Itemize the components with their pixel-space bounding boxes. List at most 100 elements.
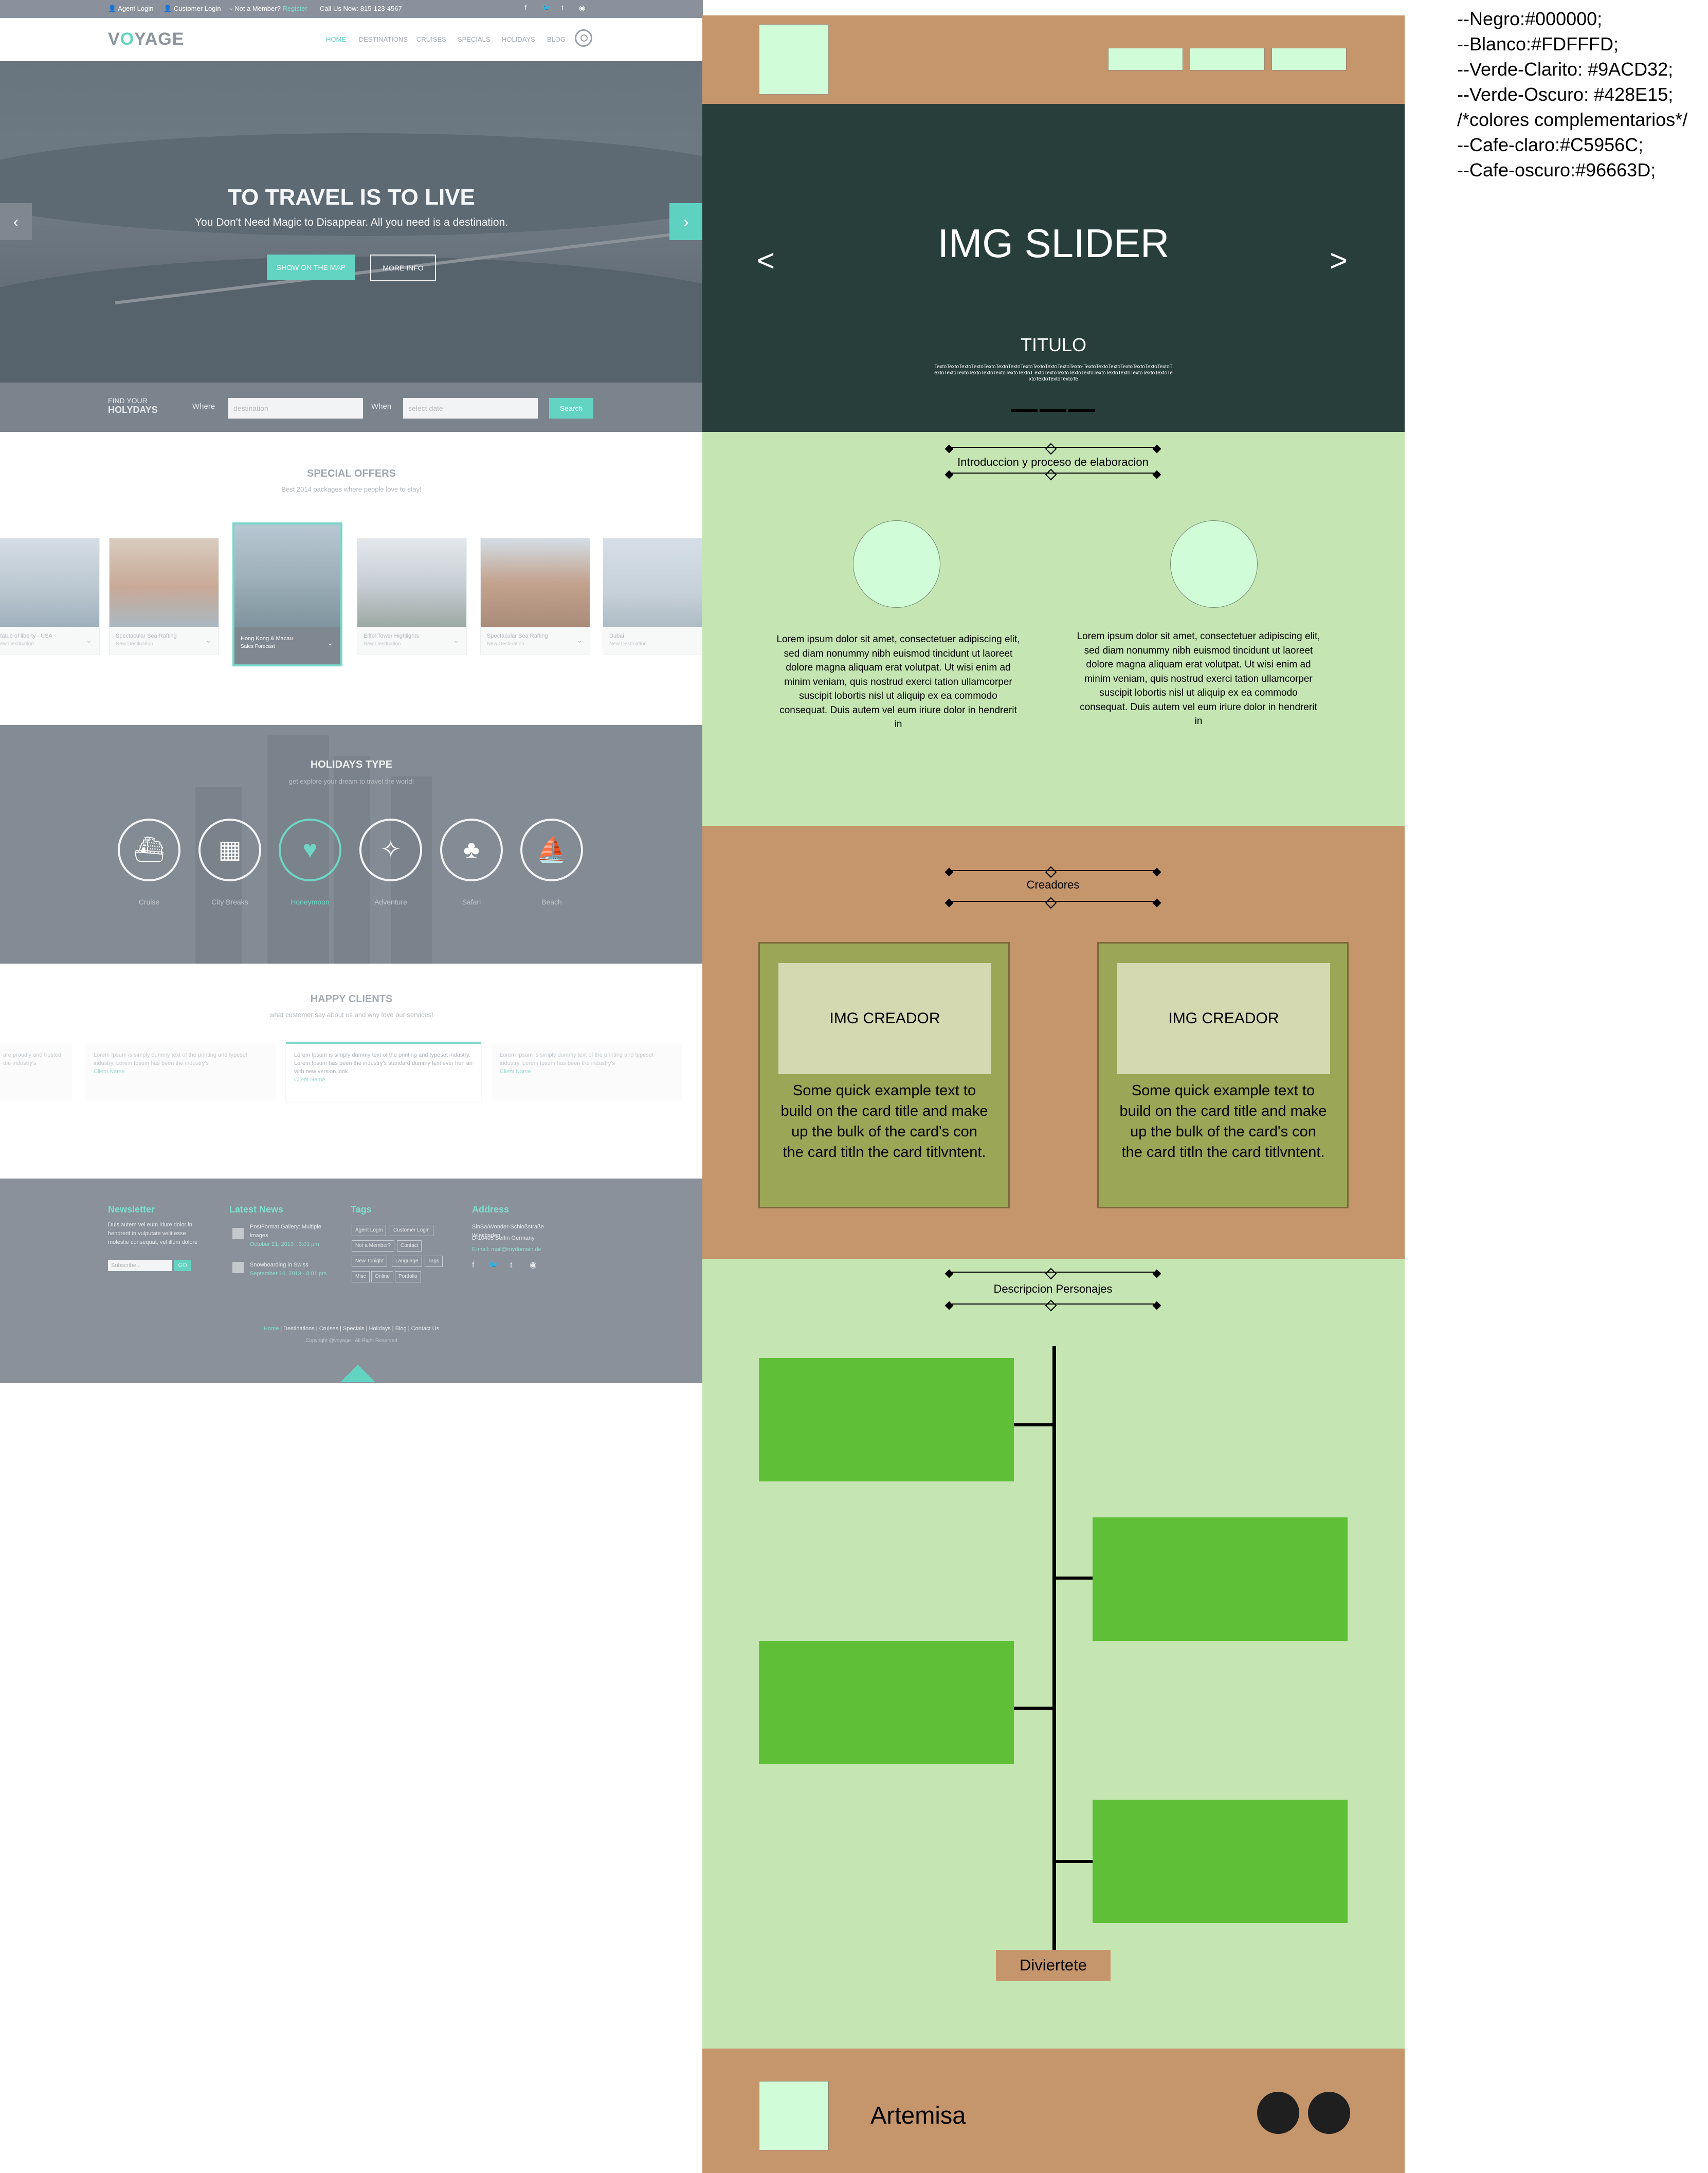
intro-image-placeholder — [1170, 520, 1258, 608]
hero-title: TO TRAVEL IS TO LIVE — [228, 185, 475, 210]
tumblr-icon[interactable]: t — [561, 4, 564, 12]
slider-indicator[interactable] — [1040, 409, 1066, 412]
scroll-top-icon[interactable] — [340, 1365, 375, 1382]
agent-login-link[interactable]: 👤 Agent Login — [108, 5, 154, 13]
creator-card[interactable]: IMG CREADOR Some quick example text to b… — [1097, 942, 1349, 1208]
tag[interactable]: Misc — [352, 1271, 370, 1282]
more-info-button[interactable]: MORE INFO — [370, 255, 436, 281]
pinterest-icon[interactable]: ◉ — [530, 1261, 537, 1270]
footer-links[interactable]: Home | Destinations | Cruises | Specials… — [0, 1326, 703, 1332]
search-icon[interactable] — [575, 29, 592, 47]
dribbble-icon[interactable]: ◉ — [579, 4, 585, 12]
newsletter-text: Duis autem vel eum iriure dolor in hendr… — [108, 1222, 198, 1245]
timeline-line — [1052, 1346, 1056, 1954]
news-item[interactable]: PostFormat Gallery: Multiple images Octob… — [250, 1223, 332, 1249]
slider-indicator[interactable] — [1011, 409, 1038, 412]
subscribe-button[interactable]: GO — [174, 1260, 191, 1271]
nav-destinations[interactable]: DESTINATIONS — [359, 35, 408, 43]
hero-subtitle: You Don't Need Magic to Disappear. All y… — [194, 216, 508, 228]
facebook-icon[interactable]: f — [524, 4, 526, 12]
slider-next-icon[interactable]: > — [1330, 243, 1348, 278]
tag[interactable]: Online — [371, 1271, 393, 1282]
slider-next-icon[interactable]: › — [669, 203, 703, 240]
nav-cruises[interactable]: CRUISES — [416, 35, 446, 43]
color-note: --Blanco:#FDFFFD; — [1457, 33, 1619, 55]
character-box[interactable] — [759, 1641, 1014, 1764]
timeline-connector — [1014, 1707, 1053, 1710]
search-button[interactable]: Search — [549, 398, 593, 419]
offer-card[interactable]: Statue of liberty - USA New Destination ⌄ — [0, 538, 100, 655]
mock-nav-button[interactable] — [1190, 48, 1265, 70]
reference-footer: Newsletter Duis autem vel eum iriure dol… — [0, 1179, 703, 1383]
show-map-button[interactable]: SHOW ON THE MAP — [267, 255, 355, 280]
diviertete-button[interactable]: Diviertete — [996, 1950, 1111, 1981]
character-box[interactable] — [1093, 1800, 1348, 1923]
facebook-icon[interactable]: f — [472, 1261, 474, 1270]
hero-slider: TO TRAVEL IS TO LIVE You Don't Need Magi… — [0, 61, 703, 383]
creator-card[interactable]: IMG CREADOR Some quick example text to b… — [758, 942, 1010, 1208]
holiday-label: City Breaks — [211, 898, 248, 906]
tag[interactable]: Contact — [397, 1240, 422, 1252]
holidays-title: HOLIDAYS TYPE — [310, 759, 393, 770]
compass-icon[interactable]: ✧ — [359, 819, 422, 881]
slider-prev-icon[interactable]: ‹ — [0, 203, 32, 240]
city-icon[interactable]: ▦ — [198, 819, 261, 881]
nav-home[interactable]: HOME — [326, 35, 346, 43]
cruise-icon[interactable]: ⛴ — [118, 819, 180, 881]
color-note: --Cafe-claro:#C5956C; — [1457, 134, 1644, 155]
destination-input[interactable]: destination — [228, 398, 363, 419]
address-email[interactable]: E-mail: mail@mydomain.de — [472, 1245, 570, 1254]
tag[interactable]: Customer Login — [390, 1225, 433, 1236]
happy-clients-subtitle: what customer say about us and why love … — [269, 1011, 433, 1019]
copyright: Copyright @voyage . All Right Reserved — [305, 1338, 397, 1344]
footer-logo-placeholder[interactable] — [759, 2081, 829, 2150]
voyage-logo[interactable]: VOYAGE — [108, 29, 184, 49]
date-input[interactable]: select date — [403, 398, 538, 419]
register-link[interactable]: ▫ Not a Member? Register — [230, 5, 307, 12]
social-icon[interactable] — [1257, 2092, 1299, 2134]
twitter-icon[interactable]: 🐦 — [488, 1261, 499, 1270]
tag[interactable]: Not a Member? — [352, 1240, 394, 1252]
boat-icon[interactable]: ⛵ — [520, 819, 583, 881]
heart-icon[interactable]: ♥ — [279, 819, 341, 881]
address-line: D-10405 Berlin Germany — [472, 1235, 535, 1241]
subscribe-input[interactable]: Subscribe... — [108, 1260, 172, 1271]
customer-login-link[interactable]: 👤 Customer Login — [163, 5, 221, 13]
tumblr-icon[interactable]: t — [510, 1261, 512, 1270]
slider-subtitle: TITULO — [1020, 334, 1086, 355]
slider-indicator[interactable] — [1068, 409, 1095, 412]
topbar: 👤 Agent Login 👤 Customer Login ▫ Not a M… — [0, 0, 703, 18]
holiday-label: Cruise — [138, 898, 160, 906]
special-offers-title: SPECIAL OFFERS — [307, 468, 396, 479]
mock-nav-button[interactable] — [1271, 48, 1347, 70]
news-item[interactable]: Snowboarding in Swiss September 10, 2013 … — [250, 1261, 332, 1278]
tag[interactable]: Language — [392, 1256, 422, 1267]
color-notes: --Negro:#000000; --Blanco:#FDFFFD; --Ver… — [1457, 6, 1708, 183]
social-icon[interactable] — [1308, 2092, 1350, 2134]
color-note: /*colores complementarios*/ — [1457, 109, 1688, 130]
twitter-icon[interactable]: 🐦 — [542, 4, 551, 12]
tag[interactable]: New Tonight — [352, 1256, 387, 1267]
character-box[interactable] — [759, 1358, 1014, 1481]
newsletter-title: Newsletter — [108, 1204, 155, 1215]
slider-prev-icon[interactable]: < — [757, 243, 775, 278]
ornament-divider — [944, 1267, 1161, 1280]
nav-holidays[interactable]: HOLIDAYS — [502, 35, 535, 43]
offer-card[interactable]: Eiffel Tower Highlights New Destination ⌄ — [357, 538, 467, 655]
character-box[interactable] — [1093, 1517, 1348, 1641]
address-title: Address — [472, 1204, 510, 1215]
nav-specials[interactable]: SPECIALS — [458, 35, 490, 43]
offer-card[interactable]: Spectacular Sea Rafting New Destination ⌄ — [109, 538, 219, 655]
tags-title: Tags — [351, 1204, 372, 1215]
tag[interactable]: Agent Login — [352, 1225, 387, 1236]
nav-blog[interactable]: BLOG — [547, 35, 566, 43]
offer-card[interactable]: Dubai New Destination — [603, 538, 713, 655]
palm-icon[interactable]: ♣ — [440, 819, 503, 881]
tag[interactable]: Tags — [425, 1256, 443, 1267]
chevron-down-icon: ⌄ — [576, 636, 583, 644]
tag[interactable]: Portfolio — [395, 1271, 421, 1282]
mock-nav-button[interactable] — [1108, 48, 1183, 70]
offer-card-active[interactable]: Hong Kong & Macau Sales Forecast ⌄ — [232, 522, 342, 666]
mock-logo-placeholder[interactable] — [759, 24, 829, 95]
offer-card[interactable]: Spectacular Sea Rafting New Destination ⌄ — [480, 538, 590, 655]
